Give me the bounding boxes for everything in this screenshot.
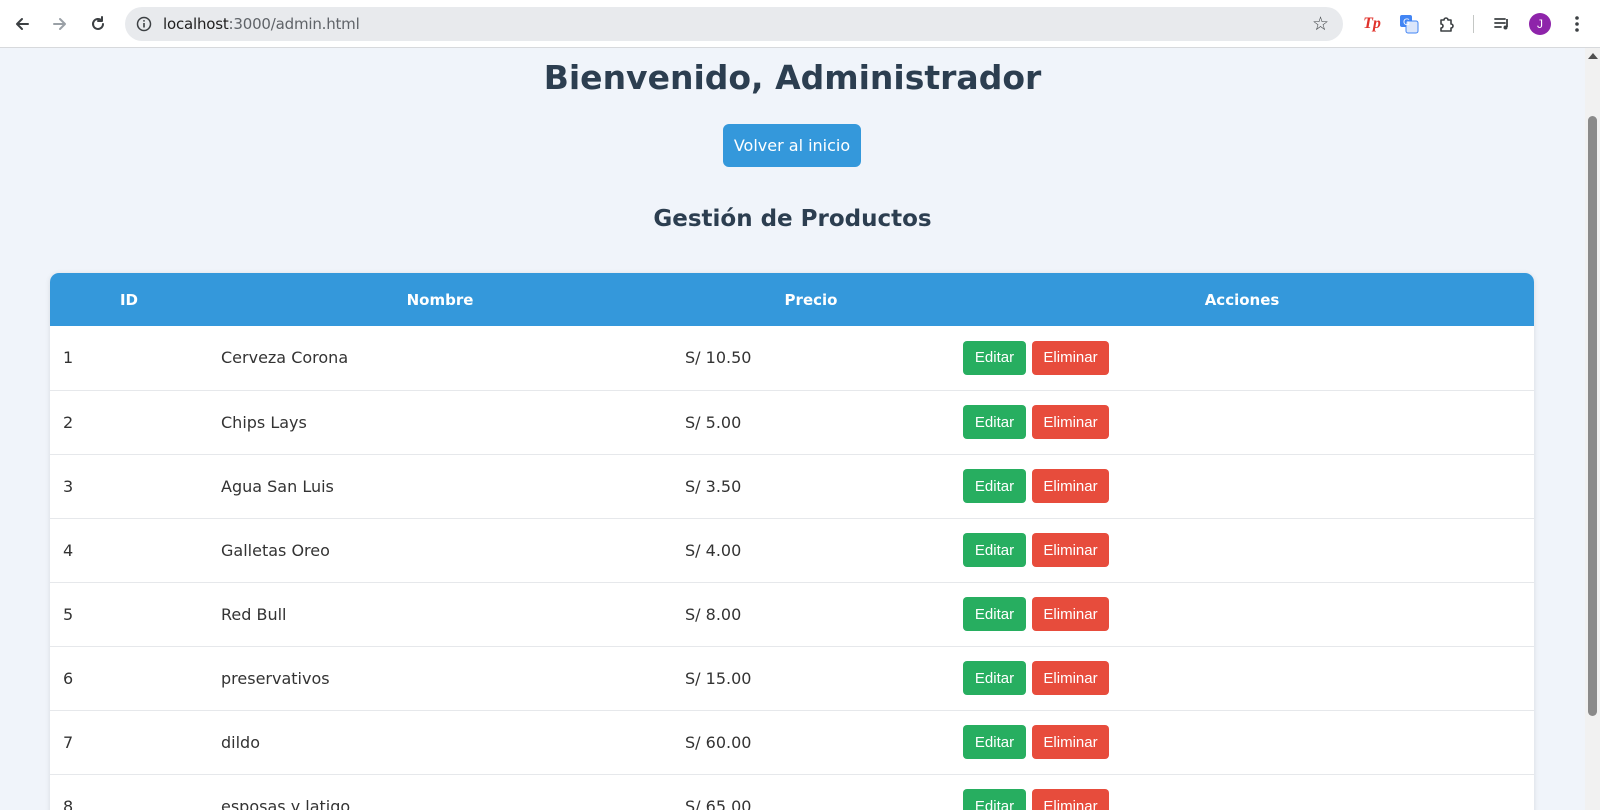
cell-actions: Editar Eliminar (950, 774, 1534, 810)
profile-avatar[interactable]: J (1529, 13, 1551, 35)
products-table: ID Nombre Precio Acciones 1 Cerveza Coron… (50, 273, 1534, 810)
scroll-up-arrow-icon[interactable] (1588, 53, 1598, 59)
page-content: Bienvenido, Administrador Volver al inic… (0, 48, 1585, 810)
delete-button[interactable]: Eliminar (1032, 340, 1109, 375)
cell-actions: Editar Eliminar (950, 390, 1534, 454)
cell-actions: Editar Eliminar (950, 326, 1534, 390)
table-row: 2 Chips Lays S/ 5.00 Editar Eliminar (50, 390, 1534, 454)
back-arrow-icon[interactable] (8, 10, 36, 38)
cell-price: S/ 60.00 (685, 732, 752, 752)
edit-button[interactable]: Editar (963, 789, 1026, 810)
back-to-home-button[interactable]: Volver al inicio (723, 124, 861, 167)
cell-id: 5 (63, 604, 74, 624)
tp-extension-icon[interactable]: Tp (1360, 12, 1384, 36)
cell-price: S/ 65.00 (685, 796, 752, 810)
toolbar-divider (1473, 15, 1474, 33)
translate-extension-icon[interactable]: G (1397, 12, 1421, 36)
cell-name: Red Bull (221, 604, 287, 624)
cell-actions: Editar Eliminar (950, 518, 1534, 582)
edit-button[interactable]: Editar (963, 533, 1026, 567)
cell-id: 2 (63, 412, 74, 432)
svg-text:G: G (1403, 18, 1410, 28)
cell-price: S/ 3.50 (685, 476, 742, 496)
forward-arrow-icon[interactable] (46, 10, 74, 38)
extensions-puzzle-icon[interactable] (1435, 12, 1459, 36)
delete-button[interactable]: Eliminar (1032, 725, 1109, 759)
cell-actions: Editar Eliminar (950, 710, 1534, 774)
edit-button[interactable]: Editar (963, 469, 1026, 503)
delete-button[interactable]: Eliminar (1032, 661, 1109, 695)
cell-id: 3 (63, 476, 74, 496)
delete-button[interactable]: Eliminar (1032, 469, 1109, 503)
table-row: 6 preservativos S/ 15.00 Editar Eliminar (50, 646, 1534, 710)
table-row: 4 Galletas Oreo S/ 4.00 Editar Eliminar (50, 518, 1534, 582)
cell-name: dildo (221, 732, 260, 752)
scrollbar-thumb[interactable] (1588, 116, 1597, 716)
cell-name: Agua San Luis (221, 476, 334, 496)
edit-button[interactable]: Editar (963, 340, 1026, 375)
url-path: :3000/admin.html (228, 15, 360, 33)
cell-price: S/ 10.50 (685, 348, 752, 368)
cell-name: Cerveza Corona (221, 348, 349, 368)
cell-name: esposas y latigo (221, 796, 351, 810)
cell-id: 1 (63, 348, 74, 368)
bookmark-star-icon[interactable]: ☆ (1312, 13, 1329, 35)
url-host: localhost (163, 15, 229, 33)
avatar-initial: J (1537, 17, 1543, 31)
edit-button[interactable]: Editar (963, 661, 1026, 695)
table-row: 8 esposas y latigo S/ 65.00 Editar Eliminar (50, 774, 1534, 810)
cell-id: 7 (63, 732, 74, 752)
edit-button[interactable]: Editar (963, 405, 1026, 439)
table-row: 1 Cerveza Corona S/ 10.50 Editar Eliminar (50, 326, 1534, 390)
table-row: 3 Agua San Luis S/ 3.50 Editar Eliminar (50, 454, 1534, 518)
delete-button[interactable]: Eliminar (1032, 405, 1109, 439)
url-text: localhost:3000/admin.html (163, 15, 360, 33)
browser-toolbar: localhost:3000/admin.html ☆ Tp G J (0, 0, 1600, 48)
site-info-icon[interactable] (134, 14, 154, 34)
cell-name: preservativos (221, 668, 330, 688)
cell-id: 6 (63, 668, 74, 688)
section-title: Gestión de Productos (653, 206, 932, 232)
header-price: Precio (784, 290, 838, 309)
table-header-row: ID Nombre Precio Acciones (50, 273, 1534, 326)
products-table-card: ID Nombre Precio Acciones 1 Cerveza Coron… (50, 273, 1534, 810)
cell-actions: Editar Eliminar (950, 646, 1534, 710)
header-id: ID (119, 290, 139, 309)
edit-button[interactable]: Editar (963, 725, 1026, 759)
edit-button[interactable]: Editar (963, 597, 1026, 631)
reload-icon[interactable] (84, 10, 112, 38)
cell-actions: Editar Eliminar (950, 582, 1534, 646)
delete-button[interactable]: Eliminar (1032, 533, 1109, 567)
header-name: Nombre (406, 290, 474, 309)
cell-name: Chips Lays (221, 412, 307, 432)
browser-menu-icon[interactable] (1565, 12, 1589, 36)
address-bar[interactable]: localhost:3000/admin.html ☆ (125, 7, 1343, 41)
cell-id: 4 (63, 540, 74, 560)
cell-name: Galletas Oreo (221, 540, 330, 560)
table-row: 7 dildo S/ 60.00 Editar Eliminar (50, 710, 1534, 774)
delete-button[interactable]: Eliminar (1032, 789, 1109, 810)
cell-price: S/ 4.00 (685, 540, 742, 560)
media-queue-icon[interactable] (1490, 12, 1514, 36)
page-scrollbar[interactable] (1585, 48, 1600, 810)
cell-price: S/ 15.00 (685, 668, 752, 688)
cell-price: S/ 8.00 (685, 604, 742, 624)
cell-actions: Editar Eliminar (950, 454, 1534, 518)
cell-id: 8 (63, 796, 74, 810)
delete-button[interactable]: Eliminar (1032, 597, 1109, 631)
header-actions: Acciones (1204, 290, 1280, 309)
cell-price: S/ 5.00 (685, 412, 742, 432)
page-title: Bienvenido, Administrador (543, 58, 1042, 97)
table-row: 5 Red Bull S/ 8.00 Editar Eliminar (50, 582, 1534, 646)
